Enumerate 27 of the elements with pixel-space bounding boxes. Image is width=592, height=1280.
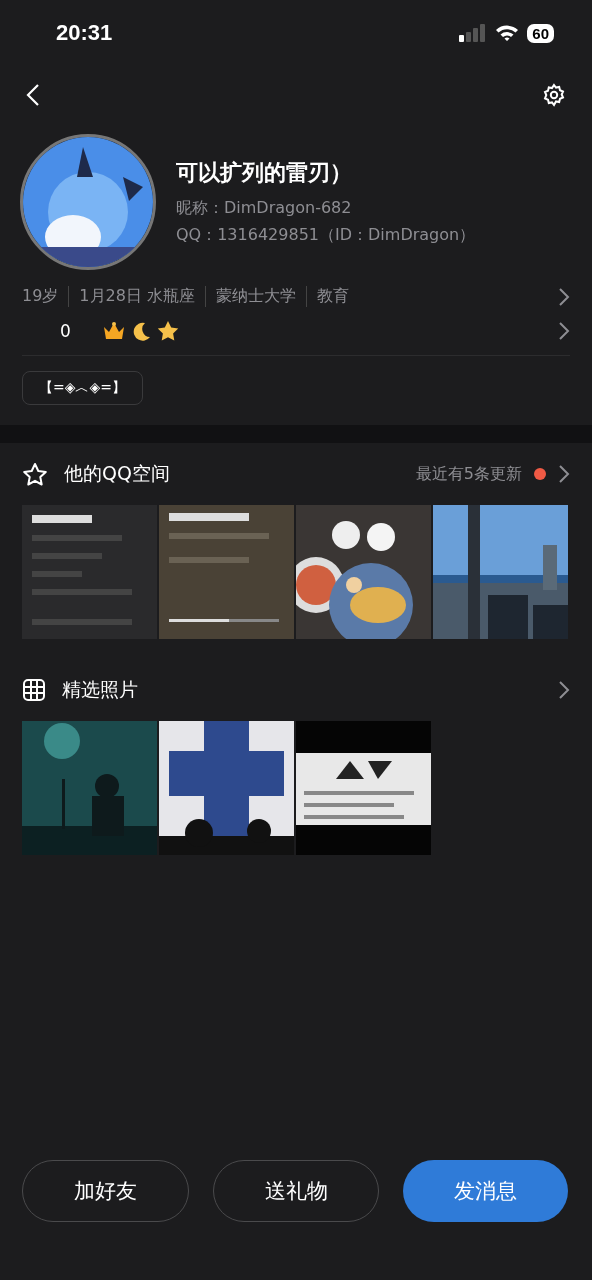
wifi-icon xyxy=(495,24,520,42)
section-title: 精选照片 xyxy=(62,677,138,702)
profile-info-text: 19岁 xyxy=(22,286,60,307)
section-title: 他的QQ空间 xyxy=(64,461,170,486)
grid-icon xyxy=(22,678,46,702)
chevron-right-icon[interactable] xyxy=(558,464,570,484)
action-button[interactable]: 加好友 xyxy=(22,1160,189,1222)
qq-number-text: QQ：1316429851（ID：DimDragon） xyxy=(176,225,476,246)
battery-level: 60 xyxy=(527,23,554,43)
chevron-right-icon[interactable] xyxy=(558,321,570,341)
profile-info-text: 教育 xyxy=(306,286,359,307)
crown-icon xyxy=(102,321,125,341)
profile-info-text: 1月28日 水瓶座 xyxy=(68,286,205,307)
update-count-text[interactable]: 最近有5条更新 xyxy=(415,463,522,485)
chevron-right-icon[interactable] xyxy=(558,286,570,307)
star-icon xyxy=(156,321,179,341)
signal-icon xyxy=(459,24,488,42)
signature-tag[interactable]: 【=◈︿◈=】 xyxy=(22,371,143,405)
profile-info-text: 蒙纳士大学 xyxy=(205,286,306,307)
profile-name: 可以扩列的雷刃） xyxy=(176,159,353,187)
star-icon xyxy=(22,461,48,487)
chevron-right-icon[interactable] xyxy=(558,680,570,700)
status-time: 20:31 xyxy=(56,20,113,46)
like-count: 0 xyxy=(60,321,71,341)
action-button[interactable]: 发消息 xyxy=(403,1160,568,1222)
action-button[interactable]: 送礼物 xyxy=(212,1160,380,1222)
nickname-text: 昵称：DimDragon-682 xyxy=(176,198,353,219)
